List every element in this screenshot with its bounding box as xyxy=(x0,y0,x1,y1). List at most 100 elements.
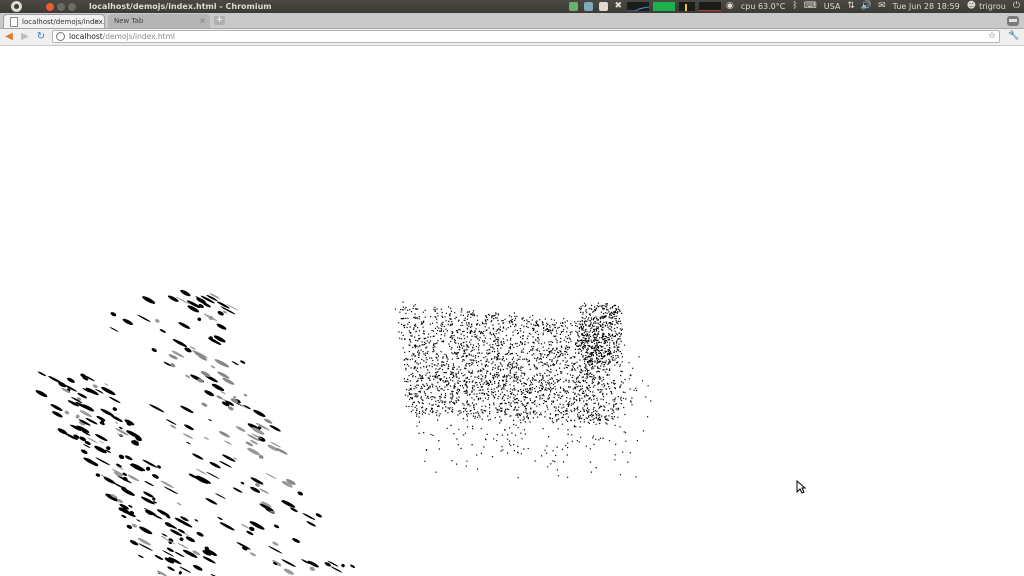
point-fragment xyxy=(214,359,230,368)
url-path: /demojs/index.html xyxy=(102,32,175,41)
panel-left: localhost/demojs/index.html - Chromium xyxy=(0,0,272,13)
point-fragment xyxy=(112,407,117,411)
user-name[interactable]: trigrou xyxy=(979,2,1006,11)
point-fragment xyxy=(110,312,117,317)
point-fragment xyxy=(75,414,80,419)
point-fragment xyxy=(67,377,75,383)
bookmark-star-icon[interactable]: ☆ xyxy=(988,31,996,41)
point-fragment xyxy=(330,566,343,573)
point-fragment xyxy=(37,371,47,377)
point-fragment xyxy=(108,396,121,404)
bluetooth-icon[interactable]: ᛒ xyxy=(792,2,797,11)
tab-label: New Tab xyxy=(114,17,144,25)
point-fragment xyxy=(224,440,232,445)
point-fragment xyxy=(167,295,179,302)
point-fragment xyxy=(174,551,185,558)
back-button[interactable]: ◀ xyxy=(3,31,15,43)
tab-localhost[interactable]: localhost/demojs/index.h × xyxy=(3,14,105,28)
point-fragment xyxy=(193,564,203,571)
point-cloud-sofa xyxy=(394,301,652,479)
keyboard-layout[interactable]: USA xyxy=(824,2,841,11)
point-fragment xyxy=(209,461,221,469)
system-monitor-icon[interactable]: ◉ xyxy=(726,2,734,11)
page-content[interactable] xyxy=(0,46,1024,576)
checkbox-icon[interactable] xyxy=(599,2,609,11)
point-fragment xyxy=(137,554,144,559)
new-tab-button[interactable]: + xyxy=(214,16,225,25)
ubuntu-logo-icon[interactable] xyxy=(11,1,22,12)
user-icon[interactable]: ☻ xyxy=(967,2,976,11)
point-fragment xyxy=(273,524,280,529)
point-fragment xyxy=(152,474,159,479)
point-fragment xyxy=(194,519,199,522)
point-fragment xyxy=(306,521,316,527)
point-fragment xyxy=(217,516,223,521)
battery-icon[interactable] xyxy=(584,2,594,11)
point-fragment xyxy=(64,410,70,415)
address-bar[interactable]: localhost/demojs/index.html ☆ xyxy=(52,30,1000,43)
point-fragment xyxy=(204,390,215,397)
sync-icon[interactable]: ⇅ xyxy=(847,2,855,11)
point-fragment xyxy=(240,523,250,529)
point-fragment xyxy=(129,540,139,546)
point-fragment xyxy=(269,425,281,432)
reload-button[interactable]: ↻ xyxy=(35,31,47,43)
incognito-avatar-icon xyxy=(1007,16,1019,26)
point-fragment xyxy=(118,454,125,460)
point-fragment xyxy=(95,473,101,477)
point-fragment xyxy=(205,497,218,505)
point-fragment xyxy=(111,415,123,423)
point-fragment xyxy=(249,552,256,557)
network-graph-icon[interactable] xyxy=(679,2,695,11)
point-fragment xyxy=(81,449,88,455)
point-fragment xyxy=(157,465,161,469)
point-fragment xyxy=(202,556,216,564)
point-fragment xyxy=(160,480,174,488)
point-fragment xyxy=(92,384,98,389)
point-fragment xyxy=(281,559,296,567)
mail-icon[interactable]: ✉ xyxy=(878,2,886,11)
network-icon[interactable] xyxy=(569,2,579,11)
wrench-menu-icon[interactable]: 🔧 xyxy=(1008,31,1019,41)
clock[interactable]: Tue Jun 28 18:59 xyxy=(893,2,960,11)
point-fragment xyxy=(121,514,127,519)
point-fragment xyxy=(137,537,152,546)
point-cloud-points xyxy=(394,301,652,479)
point-fragment xyxy=(144,480,154,487)
point-fragment xyxy=(188,473,197,479)
point-fragment xyxy=(149,404,165,413)
point-fragment xyxy=(184,424,194,431)
volume-icon[interactable]: 🔊 xyxy=(861,2,872,11)
power-icon[interactable]: ⏻ xyxy=(1013,2,1020,11)
point-fragment xyxy=(341,563,345,568)
point-fragment xyxy=(201,402,208,407)
point-fragment xyxy=(185,374,190,378)
cpu-temperature[interactable]: cpu 63.0°C xyxy=(741,2,786,11)
load-graph-icon[interactable] xyxy=(699,2,721,11)
tab-close-icon[interactable]: × xyxy=(93,17,100,26)
window-close-button[interactable] xyxy=(46,2,54,11)
tab-close-icon[interactable]: × xyxy=(199,16,206,25)
dropbox-icon[interactable]: ✖ xyxy=(614,2,622,11)
point-fragment xyxy=(186,441,191,445)
point-fragment xyxy=(249,526,255,532)
panel-indicators: ✖ ◉ cpu 63.0°C ᛒ ⌨ USA ⇅ 🔊 ✉ Tue Jun 28 … xyxy=(566,0,1024,13)
point-fragment xyxy=(297,491,304,496)
forward-button[interactable]: ▶ xyxy=(19,31,31,43)
tab-new-tab[interactable]: New Tab × xyxy=(108,14,210,28)
page-info-icon[interactable] xyxy=(56,32,65,41)
point-fragment xyxy=(203,436,209,440)
point-fragment xyxy=(139,526,153,535)
point-fragment xyxy=(156,570,167,576)
memory-graph-icon[interactable] xyxy=(653,2,675,11)
window-minimize-button[interactable] xyxy=(57,2,65,11)
point-fragment xyxy=(195,468,208,475)
webgl-canvas[interactable] xyxy=(0,46,1024,576)
keyboard-icon[interactable]: ⌨ xyxy=(804,2,817,11)
point-fragment xyxy=(220,391,226,395)
point-fragment xyxy=(227,406,234,411)
point-fragment xyxy=(122,318,133,326)
cpu-graph-icon[interactable] xyxy=(627,2,649,11)
window-maximize-button[interactable] xyxy=(68,2,76,11)
point-fragment xyxy=(167,566,175,571)
